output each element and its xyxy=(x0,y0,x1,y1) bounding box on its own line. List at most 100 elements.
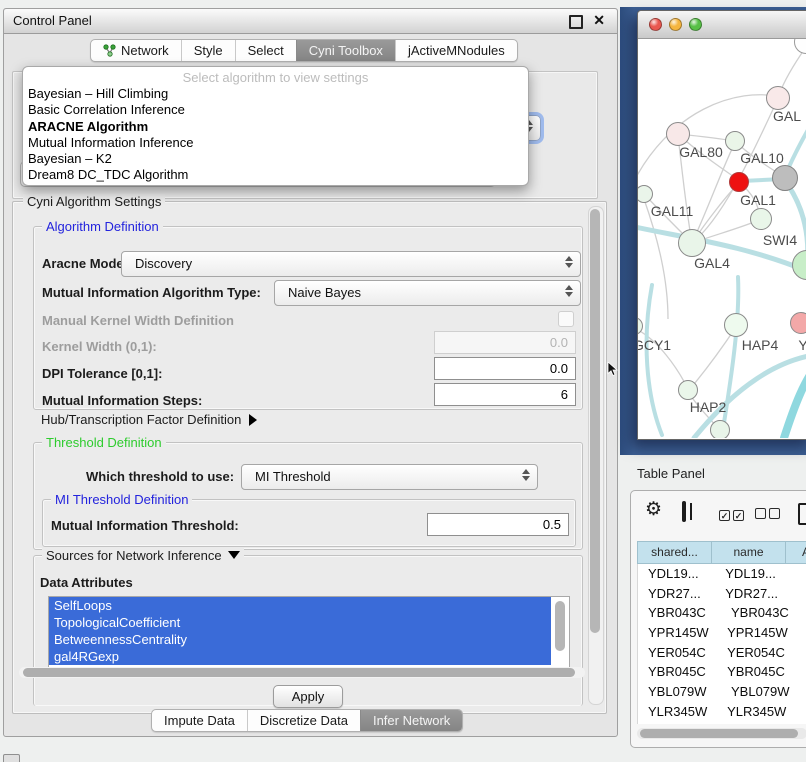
network-canvas[interactable]: GALGAL80GAL10GAL1SWI4GAL11GAL4GCY1HAP4YH… xyxy=(638,39,806,438)
network-node-gal1[interactable] xyxy=(750,208,772,230)
algorithm-option-dream8-dc-tdc-algorithm[interactable]: Dream8 DC_TDC Algorithm xyxy=(23,167,528,183)
which-threshold-combo[interactable]: MI Threshold xyxy=(241,464,538,490)
mi-steps-field[interactable]: 6 xyxy=(434,383,576,406)
bottom-tabbar: Impute Data Discretize Data Infer Network xyxy=(151,709,463,732)
network-node-gal[interactable] xyxy=(766,86,790,110)
mi-steps-label: Mutual Information Steps: xyxy=(42,393,202,408)
corner-widget[interactable] xyxy=(3,754,20,762)
tab-label: Infer Network xyxy=(373,713,450,728)
table-row[interactable]: YBR045CYBR045C9. xyxy=(638,662,806,682)
mi-threshold-field[interactable]: 0.5 xyxy=(427,513,569,536)
tab-style[interactable]: Style xyxy=(181,40,235,61)
threshold-definition-group: Threshold Definition Which threshold to … xyxy=(33,442,583,550)
network-node[interactable] xyxy=(710,420,730,438)
collapse-down-icon xyxy=(228,551,240,559)
network-node-gal4[interactable] xyxy=(678,229,706,257)
algorithm-option-bayesian-hill-climbing[interactable]: Bayesian – Hill Climbing xyxy=(23,86,528,102)
network-node-y[interactable] xyxy=(790,312,806,334)
tab-infer-network[interactable]: Infer Network xyxy=(360,710,462,731)
table-cell: 9. xyxy=(796,623,806,643)
network-node-hap4[interactable] xyxy=(724,313,748,337)
network-node[interactable] xyxy=(772,165,798,191)
node-label-hap2: HAP2 xyxy=(690,399,727,415)
table-cell: YPR145W xyxy=(717,623,796,643)
attribute-item-topologicalcoefficient[interactable]: TopologicalCoefficient xyxy=(49,614,551,631)
tab-cyni-toolbox[interactable]: Cyni Toolbox xyxy=(296,40,395,61)
aracne-mode-combo[interactable]: Discovery xyxy=(121,251,581,277)
control-panel-titlebar[interactable]: Control Panel ✕ xyxy=(4,9,617,34)
tab-discretize-data[interactable]: Discretize Data xyxy=(247,710,360,731)
table-row[interactable]: YLR345WYLR345W9. xyxy=(638,702,806,722)
column-header-shared[interactable]: shared... xyxy=(638,542,712,563)
gear-icon[interactable]: ⚙ xyxy=(645,500,662,520)
select-all-rows-icon[interactable]: ✓✓ xyxy=(719,506,744,524)
hub-definition-toggle[interactable]: Hub/Transcription Factor Definition xyxy=(41,412,257,427)
dpi-tolerance-field[interactable]: 0.0 xyxy=(434,357,576,380)
table-horizontal-scrollbar[interactable] xyxy=(637,728,806,739)
zoom-traffic-light[interactable] xyxy=(689,18,702,31)
tab-network[interactable]: Network xyxy=(91,40,181,61)
settings-horizontal-scrollbar[interactable] xyxy=(19,667,585,678)
table-row[interactable]: YIL052CYIL052C9. xyxy=(638,722,806,725)
dpi-tolerance-value: 0.0 xyxy=(550,361,568,376)
kernel-width-label: Kernel Width (0,1): xyxy=(42,339,157,354)
node-label-gal4: GAL4 xyxy=(694,255,730,271)
algorithm-option-aracne-algorithm[interactable]: ARACNE Algorithm xyxy=(23,119,528,135)
algorithm-option-mutual-information-inference[interactable]: Mutual Information Inference xyxy=(23,135,528,151)
table-row[interactable]: YPR145WYPR145W9. xyxy=(638,623,806,643)
network-node-gal10[interactable] xyxy=(725,131,745,151)
network-window[interactable]: GALGAL80GAL10GAL1SWI4GAL11GAL4GCY1HAP4YH… xyxy=(637,10,806,440)
network-node-hap2[interactable] xyxy=(678,380,698,400)
manual-kernel-label: Manual Kernel Width Definition xyxy=(42,313,234,328)
manual-kernel-checkbox[interactable] xyxy=(558,311,574,327)
tab-select[interactable]: Select xyxy=(235,40,296,61)
tab-impute-data[interactable]: Impute Data xyxy=(152,710,247,731)
attribute-item-selfloops[interactable]: SelfLoops xyxy=(49,597,551,614)
attribute-item-gal4rgexp[interactable]: gal4RGexp xyxy=(49,648,551,665)
close-traffic-light[interactable] xyxy=(649,18,662,31)
algorithm-popup: Select algorithm to view settings Bayesi… xyxy=(22,66,529,186)
data-attributes-list[interactable]: SelfLoopsTopologicalCoefficientBetweenne… xyxy=(48,596,570,670)
table-cell: YIL052C xyxy=(638,722,717,725)
apply-button[interactable]: Apply xyxy=(273,685,343,708)
table-header-row[interactable]: shared... name A xyxy=(637,541,806,564)
settings-vertical-scrollbar[interactable] xyxy=(588,206,604,705)
mi-type-combo[interactable]: Naive Bayes xyxy=(274,280,581,306)
network-node[interactable] xyxy=(729,172,749,192)
column-header-extra[interactable]: A xyxy=(786,542,806,563)
tab-label: Impute Data xyxy=(164,713,235,728)
mi-type-value: Naive Bayes xyxy=(288,281,361,305)
kernel-width-field[interactable]: 0.0 xyxy=(434,331,576,354)
algorithm-option-basic-correlation-inference[interactable]: Basic Correlation Inference xyxy=(23,102,528,118)
table-cell: 8. xyxy=(796,643,806,663)
float-icon[interactable] xyxy=(569,15,583,29)
cyni-settings-panel: Cyni Algorithm Settings Algorithm Defini… xyxy=(12,201,607,714)
main-tabbar: NetworkStyleSelectCyni ToolboxjActiveMNo… xyxy=(90,39,518,62)
table-row[interactable]: YBR043CYBR043C xyxy=(638,603,806,623)
network-node-gal80[interactable] xyxy=(666,122,690,146)
table-row[interactable]: YER054CYER054C8. xyxy=(638,643,806,663)
list-scrollbar[interactable] xyxy=(554,599,566,665)
attribute-item-betweennesscentrality[interactable]: BetweennessCentrality xyxy=(49,631,551,648)
network-icon xyxy=(103,44,116,57)
column-header-name[interactable]: name xyxy=(712,542,786,563)
table-row[interactable]: YBL079WYBL079W xyxy=(638,682,806,702)
columns-icon[interactable] xyxy=(682,501,686,522)
table-cell: YBL079W xyxy=(638,682,721,702)
minimize-traffic-light[interactable] xyxy=(669,18,682,31)
table-cell: YBR045C xyxy=(717,662,796,682)
table-panel-window: ⚙ ✓✓ shared... name A YDL19...YDL19...13… xyxy=(630,490,806,748)
table-row[interactable]: YDL19...YDL19...13 xyxy=(638,564,806,584)
aracne-mode-value: Discovery xyxy=(135,252,192,276)
table-cell: YDR27... xyxy=(638,584,715,604)
close-icon[interactable]: ✕ xyxy=(593,12,605,29)
algorithm-option-bayesian-k2[interactable]: Bayesian – K2 xyxy=(23,151,528,167)
hub-definition-label: Hub/Transcription Factor Definition xyxy=(41,412,241,427)
network-window-titlebar[interactable] xyxy=(638,11,806,39)
tab-jactivemnodules[interactable]: jActiveMNodules xyxy=(395,40,517,61)
document-icon[interactable] xyxy=(798,503,806,525)
table-body[interactable]: YDL19...YDL19...13YDR27...YDR27...12YBR0… xyxy=(637,564,806,724)
table-row[interactable]: YDR27...YDR27...12 xyxy=(638,584,806,604)
table-cell: YDL19... xyxy=(638,564,715,584)
deselect-all-rows-icon[interactable] xyxy=(755,506,780,524)
